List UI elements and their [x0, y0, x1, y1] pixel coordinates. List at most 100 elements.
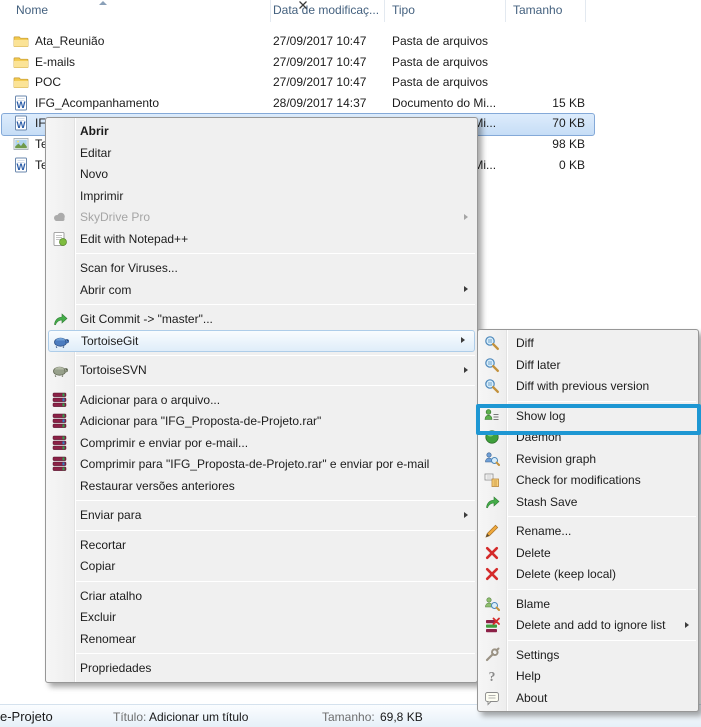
column-header-tamanho[interactable]: Tamanho [513, 3, 562, 17]
file-name: IFG_Acompanhamento [35, 96, 159, 110]
tortoisegit-turtle-icon [53, 333, 69, 349]
submenu-item-daemon[interactable]: Daemon [478, 427, 698, 449]
menu-item-restore-previous-versions[interactable]: Restaurar versões anteriores [46, 475, 477, 497]
menu-item-label: Adicionar para o arquivo... [80, 393, 220, 407]
file-row-poc[interactable]: POC 27/09/2017 10:47 Pasta de arquivos [0, 72, 701, 93]
menu-item-label: Abrir com [80, 283, 131, 297]
globe-daemon-icon [484, 429, 500, 445]
file-size: 98 KB [505, 137, 585, 151]
menu-item-label: Adicionar para "IFG_Proposta-de-Projeto.… [80, 414, 321, 428]
menu-item-compress-email[interactable]: Comprimir e enviar por e-mail... [46, 432, 477, 454]
menu-separator [508, 516, 696, 517]
file-row-ifg-acompanhamento[interactable]: W IFG_Acompanhamento 28/09/2017 14:37 Do… [0, 93, 701, 114]
menu-item-label: About [516, 691, 547, 705]
submenu-item-blame[interactable]: Blame [478, 593, 698, 615]
menu-item-add-to-archive[interactable]: Adicionar para o arquivo... [46, 389, 477, 411]
menu-item-label: Renomear [80, 632, 136, 646]
menu-item-skydrive-pro[interactable]: SkyDrive Pro [46, 207, 477, 229]
menu-item-label: Show log [516, 409, 565, 423]
column-divider[interactable] [585, 0, 586, 22]
menu-item-enviar-para[interactable]: Enviar para [46, 505, 477, 527]
menu-item-renomear[interactable]: Renomear [46, 628, 477, 650]
submenu-item-about[interactable]: About [478, 687, 698, 709]
menu-item-scan-for-viruses[interactable]: Scan for Viruses... [46, 258, 477, 280]
tortoisesvn-turtle-icon [52, 362, 68, 378]
submenu-arrow-icon [464, 214, 468, 220]
file-row-ata-reuniao[interactable]: Ata_Reunião 27/09/2017 10:47 Pasta de ar… [0, 31, 701, 52]
submenu-item-diff[interactable]: Diff [478, 333, 698, 355]
menu-item-imprimir[interactable]: Imprimir [46, 185, 477, 207]
file-name: E-mails [35, 55, 75, 69]
menu-item-label: TortoiseGit [81, 334, 138, 348]
menu-separator [76, 500, 475, 501]
menu-item-editar[interactable]: Editar [46, 142, 477, 164]
cross-mark-icon [298, 0, 308, 10]
submenu-item-diff-later[interactable]: Diff later [478, 354, 698, 376]
magnifier-diff-icon [484, 357, 500, 373]
svg-text:?: ? [489, 669, 496, 684]
submenu-item-check-modifications[interactable]: Check for modifications [478, 470, 698, 492]
submenu-item-delete-keep-local[interactable]: Delete (keep local) [478, 564, 698, 586]
menu-item-abrir[interactable]: Abrir [46, 121, 477, 143]
menu-item-label: Settings [516, 648, 559, 662]
submenu-item-delete-add-ignore[interactable]: Delete and add to ignore list [478, 615, 698, 637]
menu-item-label: Diff later [516, 358, 560, 372]
menu-item-criar-atalho[interactable]: Criar atalho [46, 585, 477, 607]
submenu-arrow-icon [461, 337, 465, 343]
submenu-item-diff-previous[interactable]: Diff with previous version [478, 376, 698, 398]
red-x-delete-icon [484, 566, 500, 582]
menu-item-propriedades[interactable]: Propriedades [46, 658, 477, 680]
file-type: Pasta de arquivos [392, 34, 488, 48]
submenu-item-show-log[interactable]: Show log [478, 405, 698, 427]
file-type: Pasta de arquivos [392, 75, 488, 89]
menu-item-add-to-rar[interactable]: Adicionar para "IFG_Proposta-de-Projeto.… [46, 411, 477, 433]
column-divider[interactable] [505, 0, 506, 22]
menu-item-tortoisegit[interactable]: TortoiseGit [48, 330, 475, 352]
file-size: 70 KB [505, 116, 585, 130]
menu-item-recortar[interactable]: Recortar [46, 534, 477, 556]
revision-graph-icon [484, 451, 500, 467]
menu-item-label: Stash Save [516, 495, 577, 509]
menu-item-novo[interactable]: Novo [46, 164, 477, 186]
menu-item-compress-rar-email[interactable]: Comprimir para "IFG_Proposta-de-Projeto.… [46, 454, 477, 476]
file-size: 15 KB [505, 96, 585, 110]
menu-item-label: Diff with previous version [516, 379, 649, 393]
menu-item-label: Editar [80, 146, 111, 160]
menu-item-label: Diff [516, 336, 534, 350]
submenu-item-delete[interactable]: Delete [478, 542, 698, 564]
submenu-item-settings[interactable]: Settings [478, 644, 698, 666]
menu-item-label: Propriedades [80, 661, 151, 675]
column-header-data[interactable]: Data de modificaç... [273, 3, 379, 17]
file-row-emails[interactable]: E-mails 27/09/2017 10:47 Pasta de arquiv… [0, 52, 701, 73]
submenu-item-help[interactable]: ? Help [478, 666, 698, 688]
menu-item-label: Scan for Viruses... [80, 261, 178, 275]
svg-text:W: W [17, 120, 26, 131]
winrar-icon [52, 392, 68, 408]
submenu-item-stash-save[interactable]: Stash Save [478, 491, 698, 513]
status-size-value: 69,8 KB [380, 710, 423, 724]
menu-item-edit-with-notepad[interactable]: Edit with Notepad++ [46, 228, 477, 250]
menu-item-abrir-com[interactable]: Abrir com [46, 279, 477, 301]
menu-item-tortoisesvn[interactable]: TortoiseSVN [46, 360, 477, 382]
menu-item-label: Delete [516, 546, 551, 560]
file-date: 27/09/2017 10:47 [273, 55, 366, 69]
menu-item-label: Delete (keep local) [516, 567, 616, 581]
column-divider[interactable] [270, 0, 271, 22]
menu-item-label: Check for modifications [516, 473, 641, 487]
menu-item-git-commit[interactable]: Git Commit -> "master"... [46, 309, 477, 331]
image-file-icon [13, 136, 29, 152]
menu-item-label: Delete and add to ignore list [516, 618, 665, 632]
status-title-value[interactable]: Adicionar um título [149, 710, 248, 724]
folder-icon [13, 54, 29, 70]
column-header-tipo[interactable]: Tipo [392, 3, 415, 17]
submenu-item-rename[interactable]: Rename... [478, 521, 698, 543]
menu-item-excluir[interactable]: Excluir [46, 607, 477, 629]
menu-item-copiar[interactable]: Copiar [46, 556, 477, 578]
svg-text:W: W [17, 100, 26, 111]
column-header-nome[interactable]: Nome [16, 3, 48, 17]
winrar-icon [52, 435, 68, 451]
menu-item-label: Recortar [80, 538, 126, 552]
submenu-item-revision-graph[interactable]: Revision graph [478, 448, 698, 470]
column-divider[interactable] [384, 0, 385, 22]
folder-icon [13, 74, 29, 90]
